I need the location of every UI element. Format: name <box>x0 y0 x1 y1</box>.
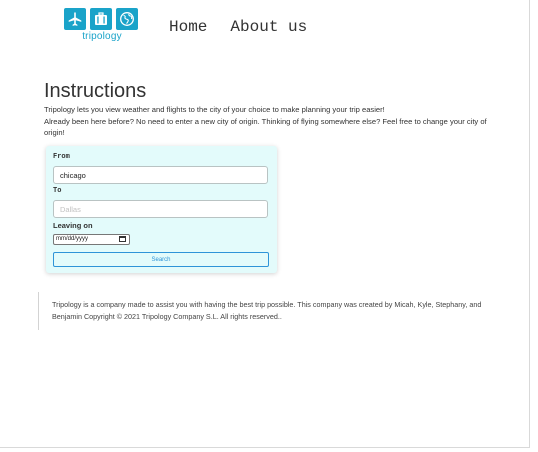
instructions-line-2: Already been here before? No need to ent… <box>44 116 487 138</box>
flight-search-form: From To Leaving on mm/dd/yyyy Search <box>46 146 277 273</box>
page-title: Instructions <box>44 80 147 102</box>
main-nav: Home About us <box>169 18 307 36</box>
instructions-line-1: Tripology lets you view weather and flig… <box>44 105 385 114</box>
calendar-icon[interactable] <box>119 236 126 242</box>
logo-wordmark: tripology <box>82 31 122 42</box>
instructions-text: Tripology lets you view weather and flig… <box>44 104 496 139</box>
from-label: From <box>53 153 70 161</box>
footer-text: Tripology is a company made to assist yo… <box>52 300 482 321</box>
to-input[interactable] <box>53 200 268 218</box>
airplane-icon <box>64 8 86 30</box>
footer: Tripology is a company made to assist yo… <box>38 292 498 330</box>
logo-icons <box>64 8 144 30</box>
date-input[interactable]: mm/dd/yyyy <box>53 234 130 245</box>
search-button[interactable]: Search <box>53 252 269 267</box>
to-label: To <box>53 187 62 195</box>
from-input[interactable] <box>53 166 268 184</box>
site-logo[interactable]: tripology <box>64 8 144 44</box>
globe-icon <box>116 8 138 30</box>
luggage-icon <box>90 8 112 30</box>
date-placeholder: mm/dd/yyyy <box>56 236 89 242</box>
nav-home-link[interactable]: Home <box>169 18 207 36</box>
leaving-on-label: Leaving on <box>53 221 93 230</box>
nav-about-link[interactable]: About us <box>230 18 307 36</box>
